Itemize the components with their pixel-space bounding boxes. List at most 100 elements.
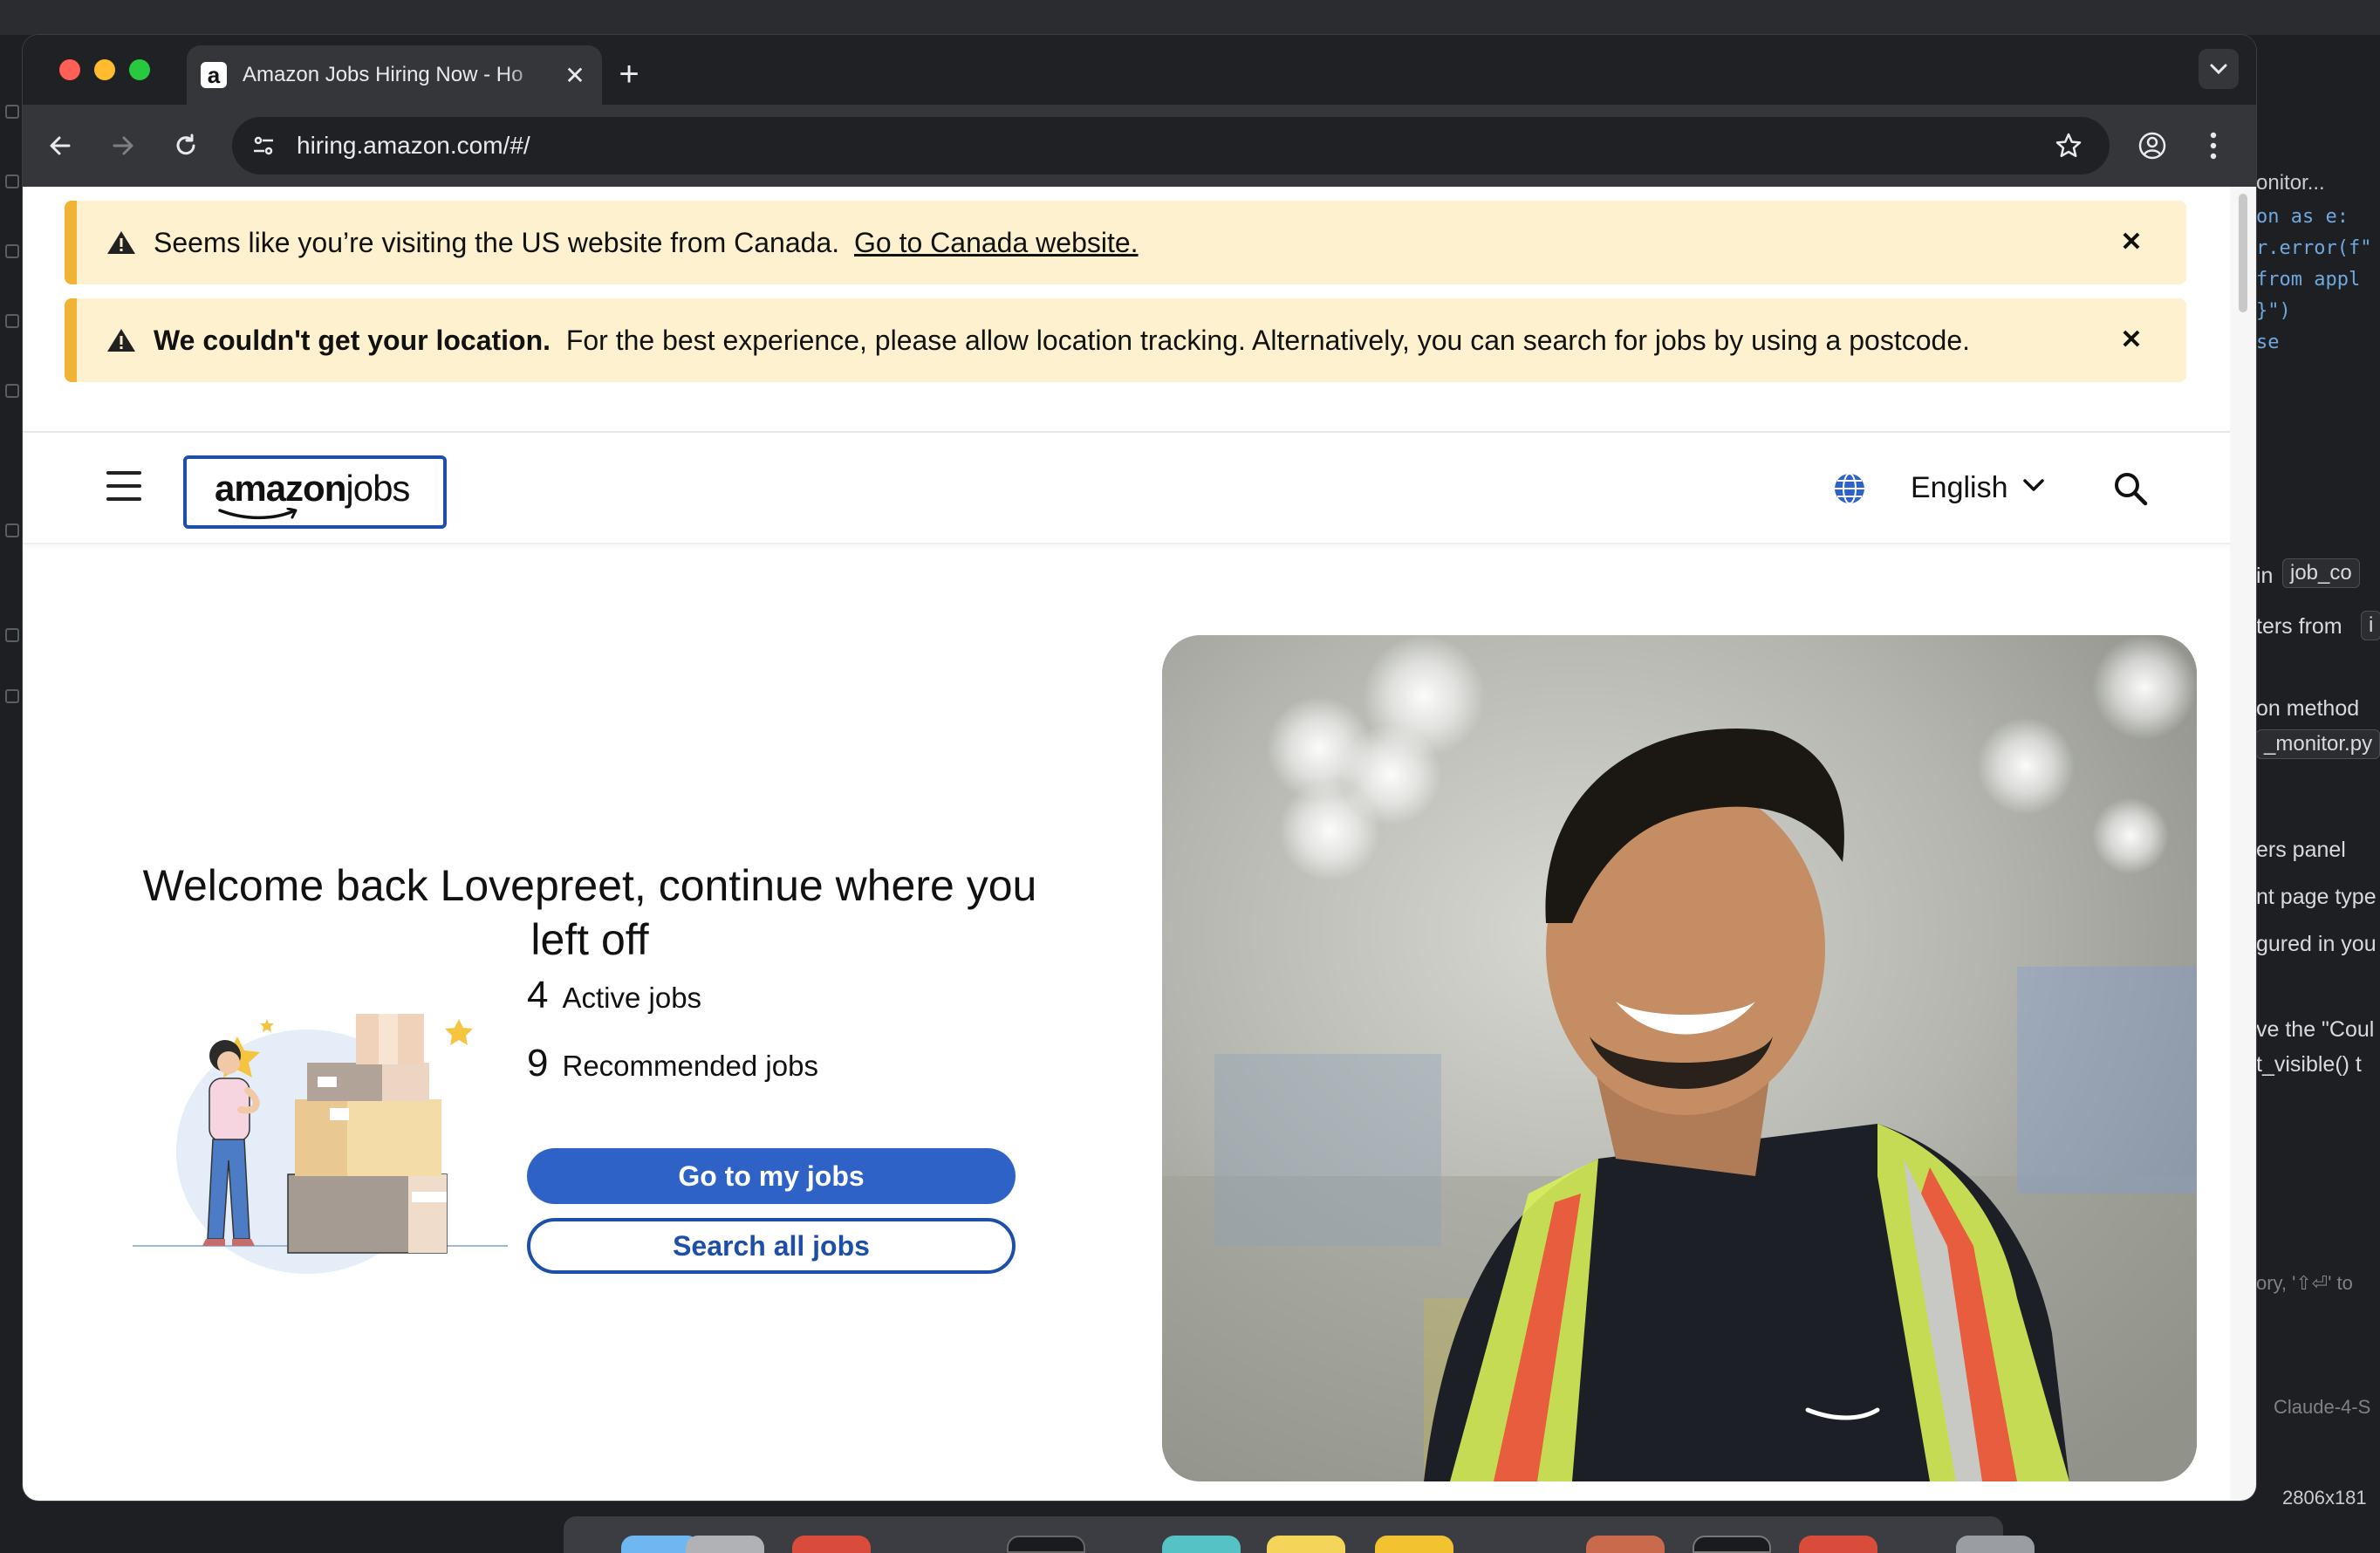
menu-icon[interactable] (106, 471, 141, 501)
amazon-favicon-icon: a (201, 62, 227, 88)
dock-app-icon[interactable] (1693, 1536, 1771, 1553)
remote-icon[interactable] (5, 689, 19, 703)
new-tab-button[interactable]: + (607, 52, 651, 96)
code-line: from appl (2256, 269, 2361, 291)
address-bar[interactable]: hiring.amazon.com/#/ (232, 117, 2110, 174)
tab-title: Amazon Jobs Hiring Now - Ho (243, 63, 523, 86)
recommended-jobs-label: Recommended jobs (562, 1050, 818, 1082)
close-icon[interactable]: ✕ (2118, 327, 2144, 353)
chat-text: t_visible() t (2256, 1052, 2362, 1077)
tab-strip: a Amazon Jobs Hiring Now - Ho ✕ + (23, 35, 2256, 105)
code-chip[interactable]: i (2361, 611, 2380, 640)
desktop-top-bar (0, 0, 2380, 35)
browser-toolbar: hiring.amazon.com/#/ (23, 105, 2256, 187)
extensions-icon[interactable] (5, 384, 19, 398)
tab-search-button[interactable] (2199, 49, 2239, 89)
amazon-smile-icon (218, 508, 298, 520)
forward-button[interactable] (99, 122, 147, 169)
chat-text: on method (2256, 696, 2360, 721)
warning-icon (107, 231, 135, 254)
site-info-button[interactable] (243, 125, 284, 167)
panel-icon[interactable] (5, 523, 19, 537)
code-chip[interactable]: job_co (2282, 558, 2360, 588)
alert-text: For the best experience, please allow lo… (565, 324, 1970, 356)
code-line: r.error(f" (2256, 237, 2372, 259)
active-jobs-label: Active jobs (562, 982, 702, 1014)
more-vertical-icon (2210, 132, 2217, 160)
alert-bold-text: We couldn't get your location. (154, 324, 551, 356)
location-alert: We couldn't get your location. For the b… (65, 298, 2186, 382)
chat-text: nt page type (2256, 885, 2377, 909)
dock-stickies-icon[interactable] (1375, 1536, 1453, 1553)
hero-photo-warehouse-worker (1162, 635, 2197, 1481)
chevron-down-icon[interactable] (2022, 478, 2045, 492)
alert-text: Seems like you’re visiting the US websit… (154, 226, 840, 258)
image-size-label: 2806x181 (2282, 1487, 2367, 1509)
ide-right-panel: onitor... on as e: r.error(f" from appl … (2256, 35, 2380, 1518)
dock-settings-icon[interactable] (686, 1536, 764, 1553)
chevron-down-icon (2210, 64, 2227, 75)
dock-trash-icon[interactable] (1956, 1536, 2035, 1553)
amazon-jobs-logo[interactable]: amazonjobs (183, 455, 447, 529)
tune-icon (254, 136, 273, 155)
logo-jobs: jobs (345, 468, 410, 509)
close-window-button[interactable] (59, 59, 80, 80)
close-icon[interactable]: ✕ (2118, 229, 2144, 256)
go-to-my-jobs-button[interactable]: Go to my jobs (527, 1148, 1016, 1204)
chat-text: gured in you (2256, 932, 2377, 956)
recommended-jobs-stat: 9 Recommended jobs (527, 1042, 818, 1085)
file-chip[interactable]: _monitor.py (2256, 729, 2380, 759)
search-icon[interactable] (5, 174, 19, 188)
arrow-right-icon (113, 136, 133, 155)
reload-icon (176, 133, 195, 155)
files-icon[interactable] (5, 105, 19, 119)
model-selector[interactable]: Claude-4-S (2274, 1396, 2370, 1419)
browser-menu-button[interactable] (2190, 122, 2237, 169)
globe-icon[interactable] (1832, 471, 1867, 506)
test-icon[interactable] (5, 628, 19, 642)
reload-button[interactable] (162, 122, 209, 169)
code-line: se (2256, 332, 2280, 353)
worker-photo (1162, 635, 2197, 1481)
chat-text: ve the "Coul (2256, 1017, 2375, 1042)
logo-amazon: amazon (215, 468, 346, 509)
back-button[interactable] (37, 122, 84, 169)
debug-icon[interactable] (5, 314, 19, 328)
dock-app-icon[interactable] (1162, 1536, 1241, 1553)
git-icon[interactable] (5, 244, 19, 258)
dock-notes-icon[interactable] (1267, 1536, 1345, 1553)
warning-icon (107, 329, 135, 352)
chat-input-hint[interactable]: ory, '⇧⏎' to (2256, 1272, 2353, 1295)
bookmark-button[interactable] (2048, 126, 2089, 166)
dock-chrome-icon[interactable] (792, 1536, 871, 1553)
person-with-boxes-illustration (133, 1014, 508, 1274)
site-header: amazonjobs English (23, 431, 2230, 544)
page-scrollbar[interactable] (2230, 187, 2256, 1501)
chat-text: ers panel (2256, 838, 2346, 862)
editor-file-tab[interactable]: onitor... (2256, 171, 2325, 195)
chat-text: ters from (2256, 614, 2342, 639)
account-icon (2138, 132, 2166, 160)
canada-website-link[interactable]: Go to Canada website. (854, 227, 1139, 258)
search-all-jobs-button[interactable]: Search all jobs (527, 1218, 1016, 1274)
maximize-window-button[interactable] (129, 59, 150, 80)
dock-terminal-icon[interactable] (1007, 1536, 1085, 1553)
page-viewport: Seems like you’re visiting the US websit… (23, 187, 2230, 1501)
dock-app-icon[interactable] (1586, 1536, 1665, 1553)
browser-tab[interactable]: a Amazon Jobs Hiring Now - Ho ✕ (187, 45, 602, 105)
alert-message: We couldn't get your location. For the b… (154, 325, 1970, 357)
browser-window: a Amazon Jobs Hiring Now - Ho ✕ + hiring… (23, 35, 2256, 1501)
scrollbar-thumb[interactable] (2239, 194, 2247, 312)
search-icon[interactable] (2113, 471, 2148, 506)
logo-text: amazonjobs (215, 468, 410, 510)
url-text[interactable]: hiring.amazon.com/#/ (297, 117, 530, 174)
profile-button[interactable] (2129, 122, 2176, 169)
language-selector[interactable]: English (1911, 471, 2008, 505)
dock-app-icon[interactable] (1799, 1536, 1877, 1553)
minimize-window-button[interactable] (94, 59, 115, 80)
code-line: on as e: (2256, 206, 2349, 228)
close-tab-icon[interactable]: ✕ (562, 61, 588, 90)
active-jobs-stat: 4 Active jobs (527, 974, 701, 1017)
country-alert: Seems like you’re visiting the US websit… (65, 201, 2186, 284)
alert-message: Seems like you’re visiting the US websit… (154, 227, 1139, 259)
